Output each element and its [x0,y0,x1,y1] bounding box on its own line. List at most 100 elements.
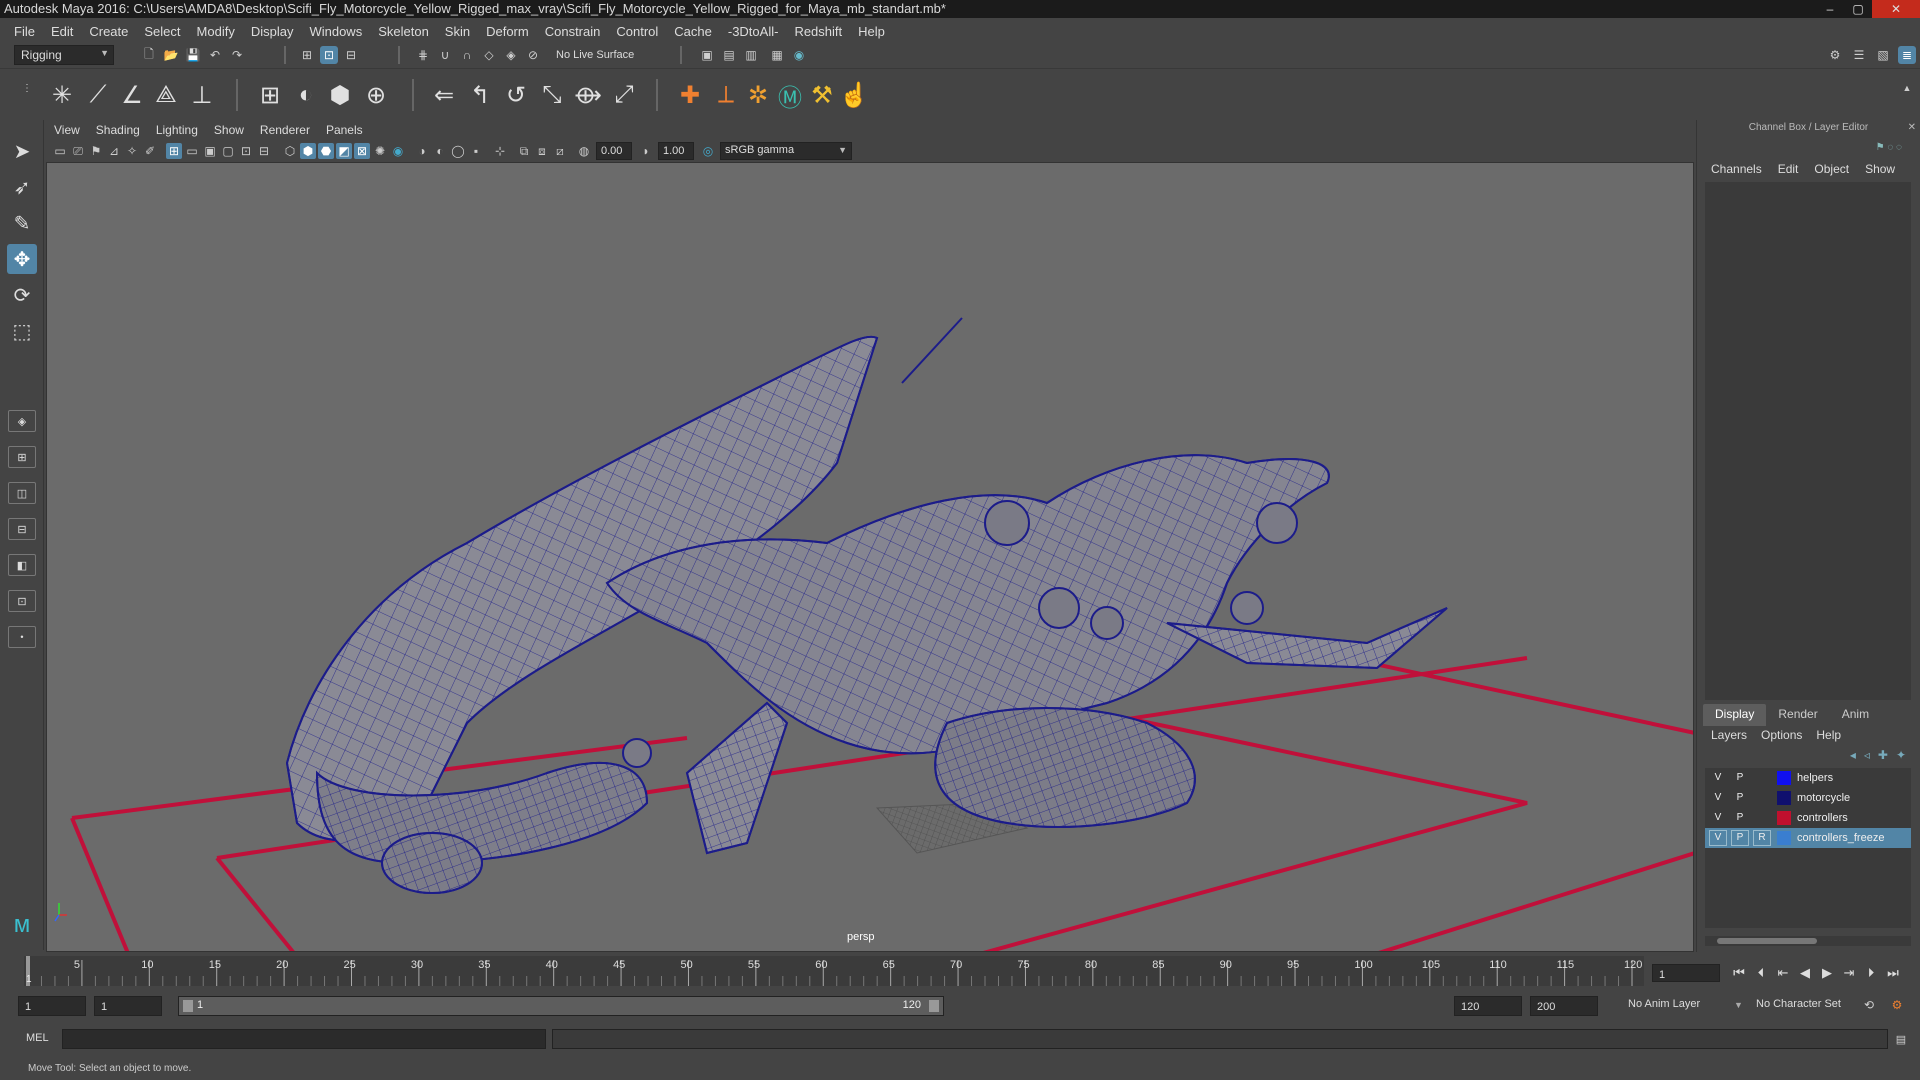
shelf-scroll-icon[interactable]: ▲ [1898,79,1916,97]
minimize-button[interactable]: – [1816,0,1844,18]
animation-preferences-icon[interactable]: ⚙ [1888,996,1906,1014]
wireframe-on-shaded-icon[interactable]: ⬣ [318,143,334,159]
menuset-dropdown[interactable]: Rigging ▼ [14,45,114,65]
layer-playback[interactable]: P [1731,770,1749,786]
snap-grid-icon[interactable]: ⋕ [414,46,432,64]
le-menu-layers[interactable]: Layers [1711,728,1747,742]
xray-icon[interactable]: ⊹ [492,143,508,159]
select-tool-icon[interactable]: ➤ [7,136,37,166]
tab-render[interactable]: Render [1766,704,1829,726]
snap-surface-icon[interactable]: ◈ [502,46,520,64]
new-layer-icon[interactable]: ✚ [1878,748,1888,762]
xray-joints-icon[interactable]: ⧉ [516,143,532,159]
menu-skeleton[interactable]: Skeleton [378,24,429,39]
animation-end-field[interactable]: 200 [1530,996,1598,1016]
command-input[interactable] [62,1029,546,1049]
paint-select-icon[interactable]: ✎ [7,208,37,238]
new-layer-selected-icon[interactable]: ✦ [1896,748,1906,762]
layer-display-type[interactable] [1753,770,1771,786]
vp-menu-show[interactable]: Show [214,123,244,137]
shadows-icon[interactable]: ✺ [372,143,388,159]
layer-color-swatch[interactable] [1777,791,1791,805]
layer-playback[interactable]: P [1731,830,1749,846]
step-back-key-icon[interactable]: ⇤ [1774,964,1792,982]
grease-pencil-icon[interactable]: ✐ [142,143,158,159]
tab-display[interactable]: Display [1703,704,1767,726]
snap-curve-icon[interactable]: ∪ [436,46,454,64]
ipr-render-icon[interactable]: ▥ [742,46,760,64]
outliner-layout-icon[interactable]: ◧ [8,554,36,576]
close-button[interactable]: ✕ [1872,0,1920,18]
menu-redshift[interactable]: Redshift [794,24,842,39]
save-scene-icon[interactable]: 💾 [184,46,202,64]
play-backwards-icon[interactable]: ◀ [1796,964,1814,982]
select-object-icon[interactable]: ⊡ [320,46,338,64]
image-plane-icon[interactable]: ⊿ [106,143,122,159]
layer-visibility[interactable]: V [1709,830,1727,846]
cb-menu-object[interactable]: Object [1814,162,1849,176]
cb-menu-show[interactable]: Show [1865,162,1895,176]
open-scene-icon[interactable]: 📂 [162,46,180,64]
step-back-frame-icon[interactable]: ⏴ [1752,964,1770,982]
film-gate-icon[interactable]: ▭ [184,143,200,159]
scale-tool-icon[interactable]: ⬚ [7,316,37,346]
go-to-end-icon[interactable]: ⏭ [1884,964,1902,982]
character-set-dropdown[interactable]: No Character Set [1750,996,1860,1016]
scrollbar-thumb[interactable] [1717,938,1817,944]
layer-horizontal-scrollbar[interactable] [1705,936,1911,946]
playback-end-field[interactable]: 120 [1454,996,1522,1016]
snap-view-plane-icon[interactable]: ◇ [480,46,498,64]
menu-modify[interactable]: Modify [197,24,235,39]
depth-of-field-icon[interactable]: ◯ [450,143,466,159]
layer-row-motorcycle[interactable]: V P motorcycle [1705,788,1911,808]
render-view-icon[interactable]: ▣ [698,46,716,64]
smooth-shade-icon[interactable]: ⬢ [300,143,316,159]
ik-spline-icon[interactable]: ∠ [116,79,148,111]
gate-mask-icon[interactable]: ▢ [220,143,236,159]
menu-edit[interactable]: Edit [51,24,73,39]
time-slider-track[interactable]: 5 10 15 20 25 30 35 40 45 50 55 60 65 70 75 80 85 90 95 100… [24,956,1644,986]
point-constraint-icon[interactable]: ⇐ [428,79,460,111]
render-frame-icon[interactable]: ▤ [720,46,738,64]
single-pane-layout-icon[interactable]: ◈ [8,410,36,432]
field-chart-icon[interactable]: ⊡ [238,143,254,159]
layer-color-swatch[interactable] [1777,771,1791,785]
anti-aliasing-icon[interactable]: ◐ [432,143,448,159]
cb-menu-channels[interactable]: Channels [1711,162,1762,176]
layer-row-helpers[interactable]: V P helpers [1705,768,1911,788]
attribute-editor-icon[interactable]: ☰ [1850,46,1868,64]
exposure-icon[interactable]: ◍ [576,143,592,159]
ambient-occlusion-icon[interactable]: ◉ [390,143,406,159]
vp-menu-view[interactable]: View [54,123,80,137]
human-ik-icon[interactable]: Ⓜ [774,79,806,112]
3d-viewport[interactable]: persp [46,162,1694,952]
gamma-icon[interactable]: ◗ [638,143,654,159]
hypershade-icon[interactable]: ◉ [790,46,808,64]
panel-options-icon[interactable]: ⚑ ◌ ◌ [1876,142,1902,153]
locator-icon[interactable]: ✚ [674,79,706,111]
make-live-icon[interactable]: ⊘ [524,46,542,64]
hypershade-layout-icon[interactable]: ⊡ [8,590,36,612]
move-layer-up-icon[interactable]: ◂ [1850,748,1856,762]
scale-constraint-icon[interactable]: ⤡ [536,79,568,111]
redo-icon[interactable]: ↷ [228,46,246,64]
colorspace-dropdown[interactable]: sRGB gamma ▼ [720,142,852,160]
render-settings-icon[interactable]: ▦ [768,46,786,64]
layer-visibility[interactable]: V [1709,810,1727,826]
menu-deform[interactable]: Deform [486,24,529,39]
ik-handle-icon[interactable]: ⟋ [82,79,114,111]
menu-windows[interactable]: Windows [309,24,362,39]
bookmark-icon[interactable]: ⚑ [88,143,104,159]
grid-icon[interactable]: ⊞ [166,143,182,159]
insert-joint-icon[interactable]: ⟁ [150,79,182,111]
backface-icon[interactable]: ⧄ [552,143,568,159]
new-scene-icon[interactable]: 🗋 [140,46,158,64]
xray-components-icon[interactable]: ⧈ [534,143,550,159]
layer-display-type[interactable] [1753,810,1771,826]
range-start-handle[interactable] [183,1000,193,1012]
script-language-label[interactable]: MEL [26,1032,49,1044]
go-to-start-icon[interactable]: ⏮ [1730,964,1748,982]
resolution-gate-icon[interactable]: ▣ [202,143,218,159]
four-pane-layout-icon[interactable]: ⊞ [8,446,36,468]
vp-menu-lighting[interactable]: Lighting [156,123,198,137]
